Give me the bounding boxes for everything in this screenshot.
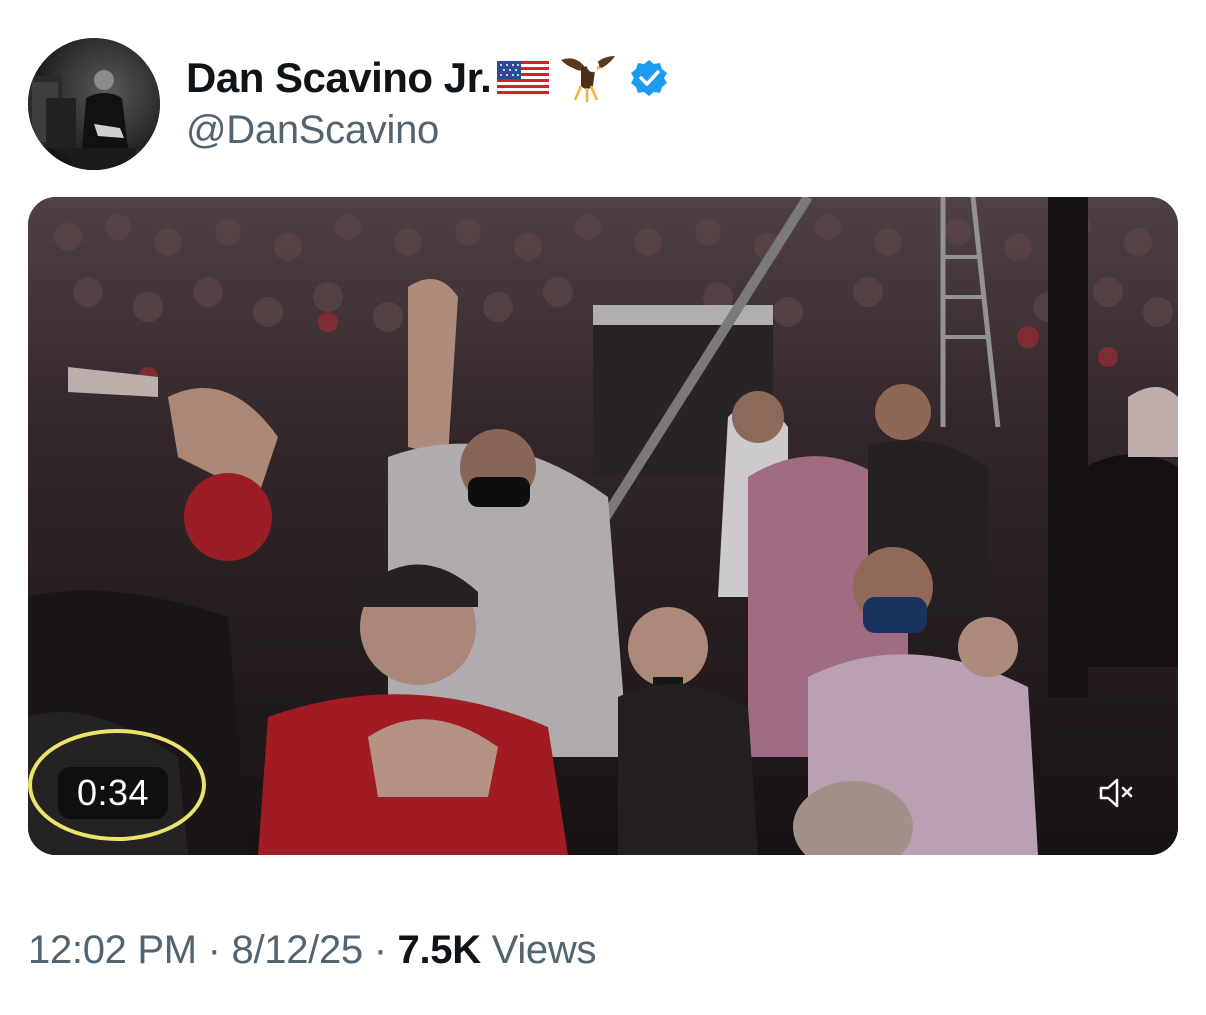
video-frame <box>28 197 1178 855</box>
tweet-meta: 12:02 PM · 8/12/25 · 7.5K Views <box>28 928 596 973</box>
annotation-circle <box>28 729 206 841</box>
verified-badge-icon[interactable] <box>629 58 669 98</box>
author-block: Dan Scavino Jr. @DanScavino <box>186 52 669 153</box>
mute-button[interactable] <box>1094 773 1140 813</box>
avatar-image <box>28 38 160 170</box>
us-flag-icon <box>497 60 550 96</box>
tweet-date[interactable]: 8/12/25 <box>232 928 364 972</box>
tweet-card: Dan Scavino Jr. @DanScavino 0:34 12:02 P… <box>0 0 1206 1015</box>
avatar[interactable] <box>28 38 160 170</box>
views-label: Views <box>491 928 597 972</box>
video-player[interactable]: 0:34 <box>28 197 1178 855</box>
tweet-time[interactable]: 12:02 PM <box>28 928 197 972</box>
name-row: Dan Scavino Jr. <box>186 52 669 104</box>
display-name[interactable]: Dan Scavino Jr. <box>186 54 492 102</box>
views-count[interactable]: 7.5K <box>398 928 482 972</box>
meta-separator: · <box>207 928 221 972</box>
speaker-muted-icon <box>1099 778 1133 808</box>
handle[interactable]: @DanScavino <box>186 108 669 153</box>
eagle-icon <box>561 56 616 102</box>
meta-separator: · <box>373 928 387 972</box>
